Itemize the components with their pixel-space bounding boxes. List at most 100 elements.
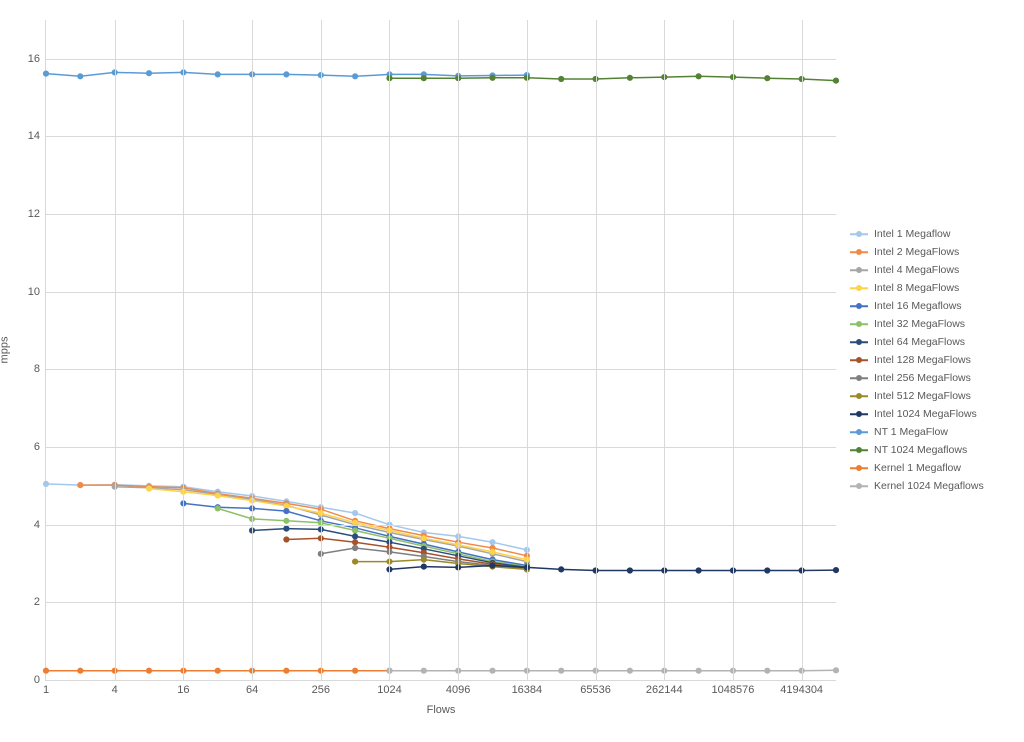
series-marker <box>765 76 770 81</box>
y-tick-label: 6 <box>34 441 40 453</box>
x-tick-label: 4096 <box>446 684 470 696</box>
series-marker <box>353 545 358 550</box>
gridline-horizontal <box>46 59 836 60</box>
series-marker <box>833 668 838 673</box>
legend-swatch <box>850 463 868 473</box>
legend-item: Intel 64 MegaFlows <box>850 333 1015 351</box>
series-marker <box>43 71 48 76</box>
series-marker <box>559 668 564 673</box>
legend-swatch <box>850 301 868 311</box>
gridline-vertical <box>115 20 116 680</box>
legend-label: Intel 1024 MegaFlows <box>874 408 977 420</box>
legend-item: Intel 1 Megaflow <box>850 225 1015 243</box>
series-marker <box>627 568 632 573</box>
x-axis-label: Flows <box>427 704 456 716</box>
legend-swatch <box>850 481 868 491</box>
series-marker <box>696 668 701 673</box>
legend-swatch <box>850 409 868 419</box>
series-marker <box>833 568 838 573</box>
series-marker <box>43 668 48 673</box>
legend: Intel 1 Megaflow Intel 2 MegaFlows Intel 4… <box>850 225 1015 495</box>
series-marker <box>490 668 495 673</box>
legend-label: NT 1 MegaFlow <box>874 426 948 438</box>
series-marker <box>146 486 151 491</box>
legend-swatch <box>850 427 868 437</box>
legend-label: Intel 8 MegaFlows <box>874 282 959 294</box>
legend-swatch <box>850 229 868 239</box>
legend-swatch <box>850 391 868 401</box>
x-tick-label: 256 <box>312 684 330 696</box>
series-marker <box>696 568 701 573</box>
series-marker <box>353 74 358 79</box>
legend-item: Intel 512 MegaFlows <box>850 387 1015 405</box>
legend-label: Intel 2 MegaFlows <box>874 246 959 258</box>
legend-item: Intel 16 Megaflows <box>850 297 1015 315</box>
x-tick-label: 262144 <box>646 684 683 696</box>
gridline-vertical <box>596 20 597 680</box>
legend-label: Intel 16 Megaflows <box>874 300 962 312</box>
series-marker <box>833 78 838 83</box>
gridline-vertical <box>664 20 665 680</box>
x-tick-label: 16 <box>177 684 189 696</box>
legend-label: NT 1024 Megaflows <box>874 444 967 456</box>
x-tick-label: 1 <box>43 684 49 696</box>
series-marker <box>353 559 358 564</box>
series-marker <box>215 72 220 77</box>
series-marker <box>215 493 220 498</box>
series-marker <box>284 537 289 542</box>
x-tick-label: 16384 <box>512 684 543 696</box>
legend-label: Intel 4 MegaFlows <box>874 264 959 276</box>
series-marker <box>421 564 426 569</box>
series-marker <box>353 511 358 516</box>
series-marker <box>696 74 701 79</box>
series-marker <box>215 506 220 511</box>
y-tick-label: 12 <box>28 208 40 220</box>
gridline-vertical <box>183 20 184 680</box>
legend-swatch <box>850 373 868 383</box>
legend-swatch <box>850 337 868 347</box>
series-marker <box>353 540 358 545</box>
series-marker <box>559 567 564 572</box>
series-marker <box>421 76 426 81</box>
legend-label: Kernel 1 Megaflow <box>874 462 961 474</box>
series-marker <box>490 540 495 545</box>
y-axis-label: mpps <box>0 337 11 364</box>
y-tick-label: 4 <box>34 519 40 531</box>
series-marker <box>284 509 289 514</box>
x-tick-label: 4194304 <box>780 684 823 696</box>
gridline-horizontal <box>46 214 836 215</box>
series-marker <box>627 668 632 673</box>
legend-swatch <box>850 265 868 275</box>
series-marker <box>284 72 289 77</box>
x-tick-label: 1024 <box>377 684 401 696</box>
legend-label: Intel 64 MegaFlows <box>874 336 965 348</box>
y-tick-label: 0 <box>34 674 40 686</box>
series-marker <box>284 518 289 523</box>
x-tick-label: 64 <box>246 684 258 696</box>
legend-label: Intel 128 MegaFlows <box>874 354 971 366</box>
legend-label: Intel 256 MegaFlows <box>874 372 971 384</box>
series-marker <box>490 75 495 80</box>
legend-item: Kernel 1024 Megaflows <box>850 477 1015 495</box>
gridline-vertical <box>389 20 390 680</box>
gridline-vertical <box>458 20 459 680</box>
series-marker <box>78 668 83 673</box>
legend-item: Intel 128 MegaFlows <box>850 351 1015 369</box>
gridline-vertical <box>733 20 734 680</box>
series-marker <box>490 549 495 554</box>
series-marker <box>490 563 495 568</box>
series-marker <box>353 668 358 673</box>
plot-svg <box>46 20 836 680</box>
chart-container: Flows mpps 02468101214161416642561024409… <box>0 0 1024 742</box>
x-tick-label: 4 <box>112 684 118 696</box>
legend-item: Intel 4 MegaFlows <box>850 261 1015 279</box>
legend-item: Intel 2 MegaFlows <box>850 243 1015 261</box>
legend-swatch <box>850 445 868 455</box>
series-marker <box>284 668 289 673</box>
series-marker <box>765 668 770 673</box>
gridline-horizontal <box>46 136 836 137</box>
series-marker <box>284 526 289 531</box>
gridline-vertical <box>252 20 253 680</box>
y-tick-label: 10 <box>28 286 40 298</box>
x-tick-label: 1048576 <box>712 684 755 696</box>
